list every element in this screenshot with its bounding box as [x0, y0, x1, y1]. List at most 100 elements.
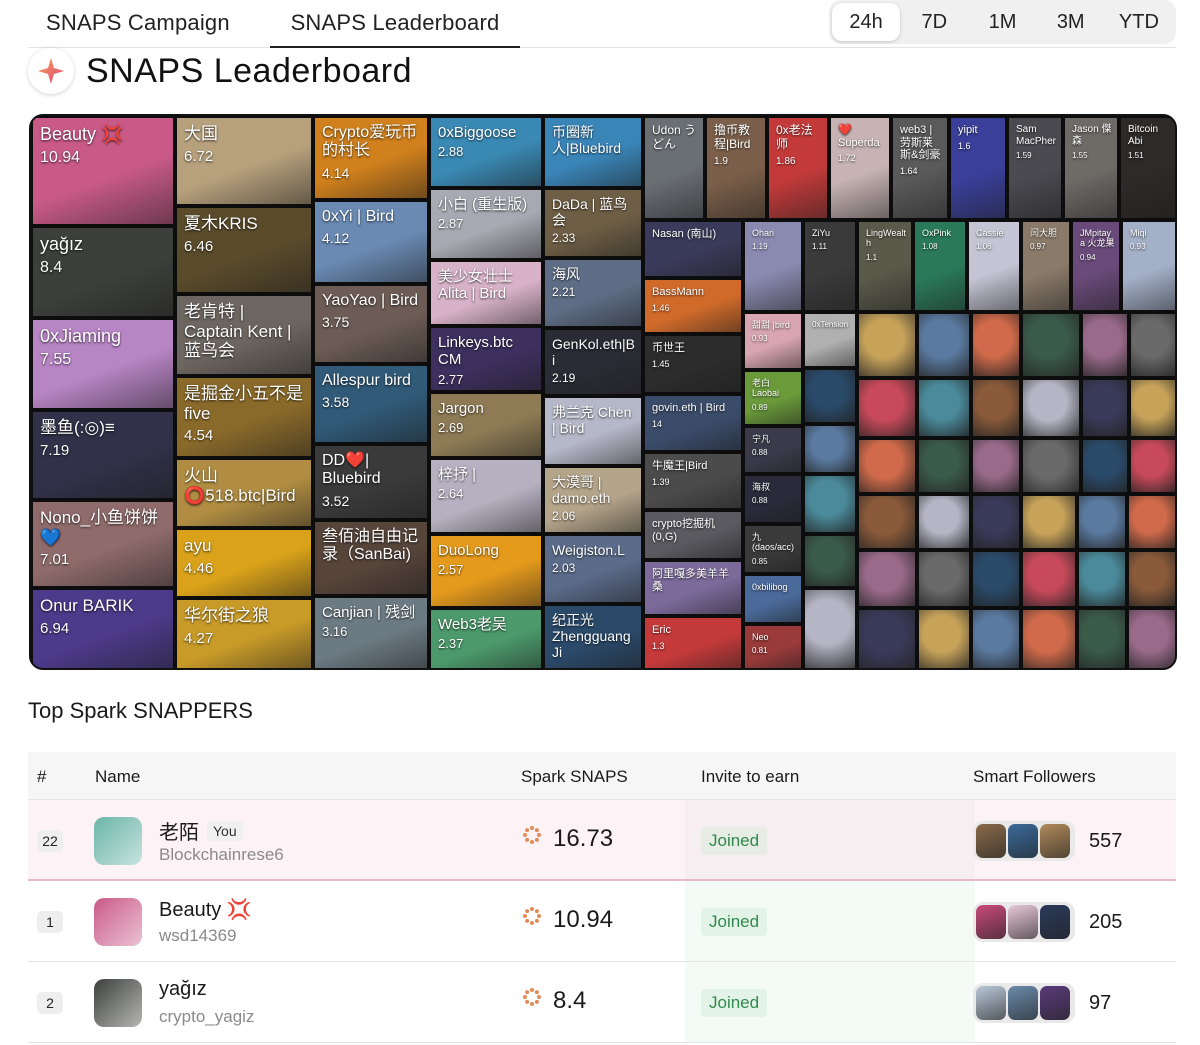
treemap-tile[interactable]: ZiYu 1.11: [803, 220, 857, 312]
treemap-tile[interactable]: 宁凡 0.88: [743, 426, 803, 474]
treemap-tile[interactable]: 夏木KRIS 6.46: [175, 206, 313, 294]
treemap-tile[interactable]: ayu 4.46: [175, 528, 313, 598]
range-button-1m[interactable]: 1M: [968, 3, 1036, 41]
treemap-tile[interactable]: 币圈新人|Bluebird: [543, 116, 643, 188]
range-button-7d[interactable]: 7D: [900, 3, 968, 41]
treemap-tile[interactable]: 海叔 0.88: [743, 474, 803, 524]
avatar-tile[interactable]: [1081, 378, 1129, 438]
avatar-tile[interactable]: [857, 550, 917, 608]
user-handle[interactable]: Blockchainrese6: [159, 845, 284, 865]
tab-snaps-leaderboard[interactable]: SNAPS Leaderboard: [270, 0, 520, 48]
treemap-tile[interactable]: 美少女壮士Alita | Bird: [429, 260, 543, 326]
treemap-tile[interactable]: 老肯特 | Captain Kent | 蓝鸟会: [175, 294, 313, 376]
treemap-tile[interactable]: 小白 (重生版) 2.87: [429, 188, 543, 260]
smart-followers[interactable]: 205: [973, 902, 1122, 942]
avatar-tile[interactable]: [971, 494, 1021, 550]
treemap-tile[interactable]: OxPink 1.08: [913, 220, 967, 312]
treemap-tile[interactable]: Crypto爱玩币的村长 4.14: [313, 116, 429, 200]
treemap-tile[interactable]: Sam MacPher 1.59: [1007, 116, 1063, 220]
treemap-tile[interactable]: 火山⭕518.btc|Bird: [175, 458, 313, 528]
treemap-tile[interactable]: 0xbilibog: [743, 574, 803, 624]
avatar-tile[interactable]: [803, 368, 857, 424]
avatar-tile[interactable]: [1081, 438, 1129, 494]
smart-followers[interactable]: 557: [973, 821, 1122, 861]
avatar-tile[interactable]: [857, 438, 917, 494]
treemap-tile[interactable]: 甜甜 |bird 0.93: [743, 312, 803, 370]
avatar-tile[interactable]: [1129, 312, 1175, 378]
avatar-tile[interactable]: [1129, 438, 1175, 494]
avatar-tile[interactable]: [917, 494, 971, 550]
avatar-tile[interactable]: [1021, 494, 1077, 550]
table-row[interactable]: Joined 22 老陌 You Blockchainrese6 16.73 557: [28, 800, 1176, 881]
treemap-tile[interactable]: 0xTension: [803, 312, 857, 368]
avatar[interactable]: [94, 979, 142, 1027]
treemap-tile[interactable]: Canjian | 残剑 3.16: [313, 596, 429, 668]
treemap-tile[interactable]: 大漠哥 | damo.eth 2.06: [543, 466, 643, 534]
avatar-tile[interactable]: [857, 608, 917, 668]
user-name[interactable]: Beauty 💢: [159, 897, 252, 922]
treemap-tile[interactable]: DuoLong 2.57: [429, 534, 543, 608]
treemap-tile[interactable]: 弗兰克 Chen | Bird: [543, 396, 643, 466]
treemap-tile[interactable]: 闫大胆 0.97: [1021, 220, 1071, 312]
treemap-tile[interactable]: 纪正光 Zhengguang Ji: [543, 604, 643, 668]
treemap-tile[interactable]: Eric 1.3: [643, 616, 743, 668]
treemap-tile[interactable]: DD❤️| Bluebird 3.52: [313, 444, 429, 520]
user-handle[interactable]: wsd14369: [159, 926, 237, 946]
treemap-tile[interactable]: 是掘金小五不是five 4.54: [175, 376, 313, 458]
avatar-tile[interactable]: [1021, 608, 1077, 668]
treemap-tile[interactable]: yağız 8.4: [31, 226, 175, 318]
avatar-tile[interactable]: [1077, 494, 1127, 550]
treemap-tile[interactable]: 牛魔王|Bird 1.39: [643, 452, 743, 510]
avatar-tile[interactable]: [1081, 312, 1129, 378]
avatar-tile[interactable]: [857, 378, 917, 438]
treemap-tile[interactable]: Ohari 1.19: [743, 220, 803, 312]
avatar-tile[interactable]: [1021, 550, 1077, 608]
treemap-tile[interactable]: DaDa | 蓝鸟会 2.33: [543, 188, 643, 258]
range-button-ytd[interactable]: YTD: [1105, 3, 1173, 41]
treemap-tile[interactable]: 阿里嘎多美羊羊桑: [643, 560, 743, 616]
treemap-tile[interactable]: Weigiston.L 2.03: [543, 534, 643, 604]
avatar-tile[interactable]: [1021, 378, 1081, 438]
treemap-tile[interactable]: 0xYi | Bird 4.12: [313, 200, 429, 284]
avatar-tile[interactable]: [1021, 312, 1081, 378]
avatar-tile[interactable]: [1127, 608, 1175, 668]
avatar-tile[interactable]: [1129, 378, 1175, 438]
treemap-tile[interactable]: 墨鱼(:◎)≡ 7.19: [31, 410, 175, 500]
smart-followers[interactable]: 97: [973, 983, 1111, 1023]
treemap-tile[interactable]: 九 (daos/acc) 0.85: [743, 524, 803, 574]
treemap-tile[interactable]: Jargon 2.69: [429, 392, 543, 458]
avatar-tile[interactable]: [971, 378, 1021, 438]
user-name[interactable]: yağız: [159, 978, 207, 1001]
avatar-tile[interactable]: [1127, 494, 1175, 550]
avatar-tile[interactable]: [1021, 438, 1081, 494]
treemap-tile[interactable]: web3 | 劳斯莱斯&剑豪 1.64: [891, 116, 949, 220]
table-row[interactable]: Joined 1 Beauty 💢 wsd14369 10.94 205: [28, 881, 1176, 962]
avatar-tile[interactable]: [803, 534, 857, 588]
treemap-tile[interactable]: JMpitaya 火龙果 0.94: [1071, 220, 1121, 312]
avatar-tile[interactable]: [971, 438, 1021, 494]
avatar-tile[interactable]: [1127, 550, 1175, 608]
avatar-tile[interactable]: [917, 312, 971, 378]
treemap-tile[interactable]: Linkeys.btc CM 2.77: [429, 326, 543, 392]
treemap-tile[interactable]: govin.eth | Bird 14: [643, 394, 743, 452]
avatar-tile[interactable]: [1077, 608, 1127, 668]
treemap-tile[interactable]: Allespur bird 3.58: [313, 364, 429, 444]
avatar-tile[interactable]: [857, 312, 917, 378]
avatar-tile[interactable]: [803, 474, 857, 534]
treemap-tile[interactable]: Cassie 1.06: [967, 220, 1021, 312]
treemap-tile[interactable]: ❤️ Superda 1.72: [829, 116, 891, 220]
avatar-tile[interactable]: [971, 550, 1021, 608]
treemap-tile[interactable]: 0x老法师 1.86: [767, 116, 829, 220]
avatar-tile[interactable]: [1077, 550, 1127, 608]
treemap-tile[interactable]: 叁佰油自由记录（SanBai): [313, 520, 429, 596]
treemap-tile[interactable]: Web3老吴 2.37: [429, 608, 543, 668]
avatar-tile[interactable]: [971, 312, 1021, 378]
avatar-tile[interactable]: [971, 608, 1021, 668]
treemap-tile[interactable]: 海风 2.21: [543, 258, 643, 328]
treemap-tile[interactable]: 大国 6.72: [175, 116, 313, 206]
range-button-24h[interactable]: 24h: [832, 3, 901, 41]
table-row[interactable]: Joined 2 yağız crypto_yagiz 8.4 97: [28, 962, 1176, 1043]
treemap-tile[interactable]: 老白 Laobai 0.89: [743, 370, 803, 426]
treemap-tile[interactable]: Onur BARIK 6.94: [31, 588, 175, 668]
treemap-tile[interactable]: Udon うどん: [643, 116, 705, 220]
